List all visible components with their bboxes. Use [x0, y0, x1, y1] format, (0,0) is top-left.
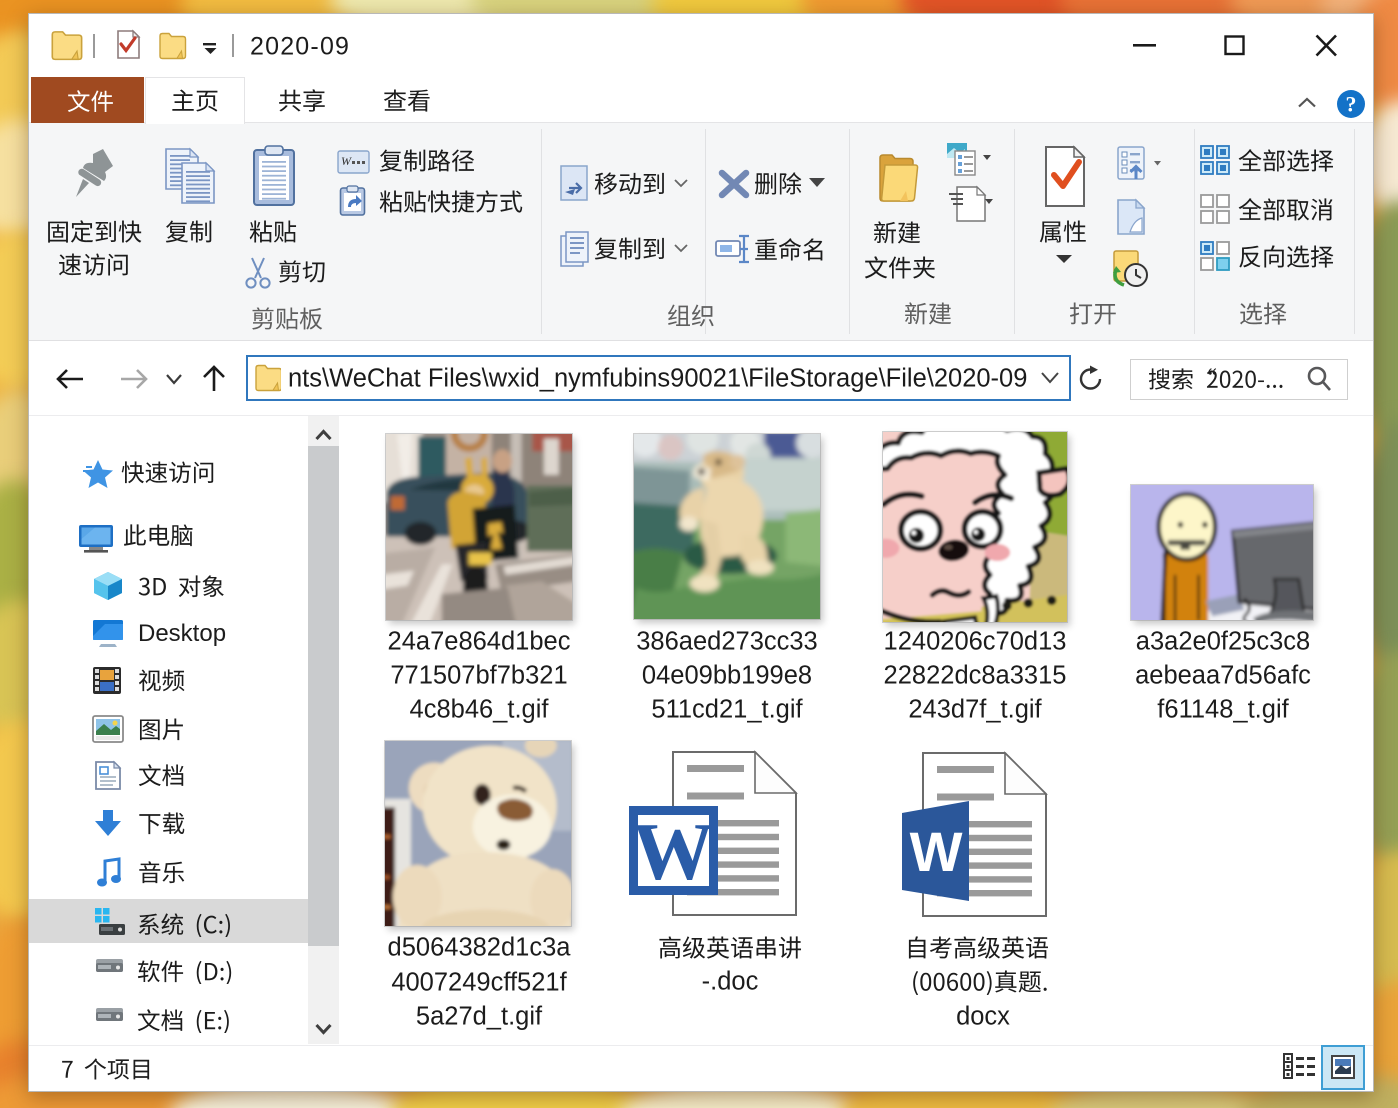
svg-text:W: W: [910, 820, 963, 883]
svg-text:?: ?: [1346, 92, 1357, 117]
svg-text:W: W: [632, 806, 714, 897]
svg-text:W: W: [341, 154, 352, 168]
